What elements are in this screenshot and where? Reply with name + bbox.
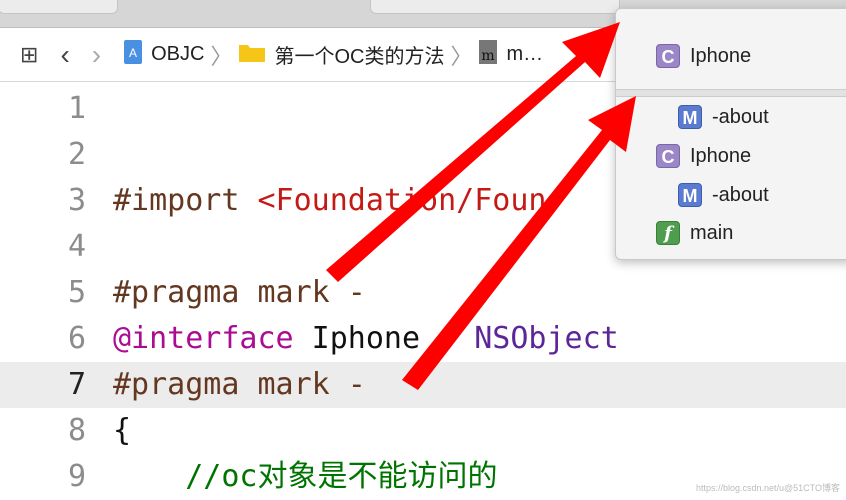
red-arrow bbox=[326, 22, 620, 282]
watermark: https://blog.csdn.net/u@51CTO博客 bbox=[695, 483, 840, 493]
red-arrow bbox=[402, 96, 636, 390]
annotation-arrows bbox=[326, 22, 636, 390]
